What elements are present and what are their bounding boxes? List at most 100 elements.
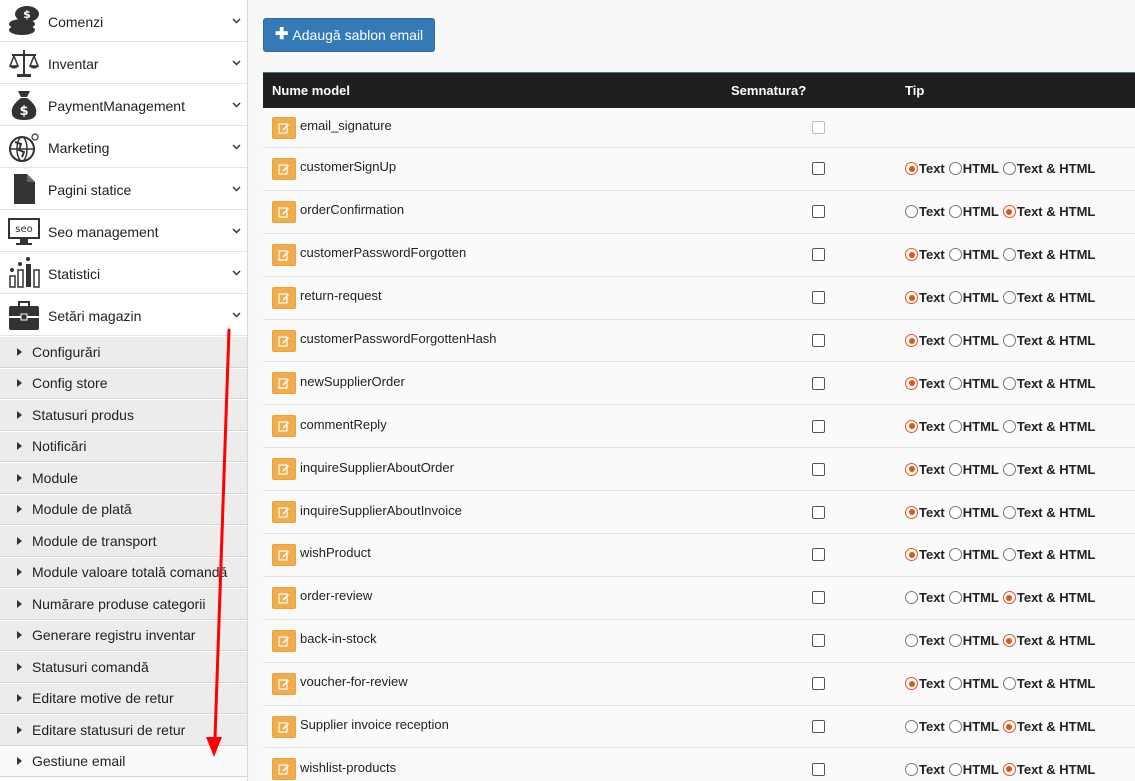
type-option-text-html[interactable]: Text & HTML xyxy=(1002,590,1095,605)
signature-checkbox[interactable] xyxy=(811,591,825,605)
edit-template-button[interactable] xyxy=(272,286,296,309)
radio-button[interactable] xyxy=(905,419,918,433)
type-option-html[interactable]: HTML xyxy=(948,376,999,391)
radio-button[interactable] xyxy=(948,720,962,734)
radio-button[interactable] xyxy=(905,334,918,347)
radio-button[interactable] xyxy=(948,462,962,476)
type-option-html[interactable]: HTML xyxy=(948,676,999,691)
submenu-item-num-rare-produse-categorii[interactable]: Numărare produse categorii xyxy=(0,588,247,620)
radio-button[interactable] xyxy=(905,548,918,562)
type-option-html[interactable]: HTML xyxy=(948,547,999,562)
signature-checkbox[interactable] xyxy=(811,334,825,347)
type-option-html[interactable]: HTML xyxy=(948,333,999,348)
type-option-html[interactable]: HTML xyxy=(948,290,999,305)
submenu-item-module-de-plat[interactable]: Module de plată xyxy=(0,493,247,525)
type-option-text[interactable]: Text xyxy=(905,376,945,391)
radio-button[interactable] xyxy=(948,419,962,433)
signature-checkbox[interactable] xyxy=(811,376,825,390)
edit-template-button[interactable] xyxy=(272,243,296,266)
edit-template-button[interactable] xyxy=(272,458,296,481)
submenu-item-module-de-transport[interactable]: Module de transport xyxy=(0,525,247,557)
sidebar-item-statistici[interactable]: Statistici xyxy=(0,252,247,294)
radio-button[interactable] xyxy=(1002,548,1016,562)
type-option-text[interactable]: Text xyxy=(905,505,945,520)
radio-button[interactable] xyxy=(1002,205,1016,219)
type-option-text-html[interactable]: Text & HTML xyxy=(1002,676,1095,691)
type-option-text[interactable]: Text xyxy=(905,676,945,691)
type-option-text-html[interactable]: Text & HTML xyxy=(1002,247,1095,262)
type-option-text-html[interactable]: Text & HTML xyxy=(1002,462,1095,477)
radio-button[interactable] xyxy=(905,505,918,519)
edit-template-button[interactable] xyxy=(272,372,296,395)
signature-checkbox[interactable] xyxy=(811,462,825,476)
radio-button[interactable] xyxy=(905,634,918,648)
type-option-text[interactable]: Text xyxy=(905,204,945,219)
sidebar-item-paymentmanagement[interactable]: $ PaymentManagement xyxy=(0,84,247,126)
sidebar-item-inventar[interactable]: Inventar xyxy=(0,42,247,84)
type-option-text-html[interactable]: Text & HTML xyxy=(1002,505,1095,520)
type-option-html[interactable]: HTML xyxy=(948,204,999,219)
edit-template-button[interactable] xyxy=(272,672,296,695)
submenu-item-editare-motive-de-retur[interactable]: Editare motive de retur xyxy=(0,682,247,714)
submenu-item-module-valoare-total-comand[interactable]: Module valoare totală comandă xyxy=(0,556,247,588)
submenu-item-statusuri-comand[interactable]: Statusuri comandă xyxy=(0,651,247,683)
radio-button[interactable] xyxy=(905,720,918,734)
radio-button[interactable] xyxy=(1002,591,1016,605)
signature-checkbox[interactable] xyxy=(811,762,825,776)
type-option-text[interactable]: Text xyxy=(905,633,945,648)
radio-button[interactable] xyxy=(905,762,918,776)
sidebar-item-comenzi[interactable]: $ Comenzi xyxy=(0,0,247,42)
signature-checkbox[interactable] xyxy=(811,248,825,262)
submenu-item-gestiune-email[interactable]: Gestiune email xyxy=(0,745,247,777)
type-option-text[interactable]: Text xyxy=(905,247,945,262)
sidebar-item-seo-management[interactable]: seo Seo management xyxy=(0,210,247,252)
type-option-html[interactable]: HTML xyxy=(948,419,999,434)
edit-template-button[interactable] xyxy=(272,758,296,781)
type-option-text[interactable]: Text xyxy=(905,290,945,305)
submenu-item-notific-ri[interactable]: Notificări xyxy=(0,430,247,462)
radio-button[interactable] xyxy=(1002,720,1016,734)
add-email-template-button[interactable]: ✚ Adaugă sablon email xyxy=(263,18,435,52)
radio-button[interactable] xyxy=(905,162,918,176)
radio-button[interactable] xyxy=(905,248,918,262)
submenu-item-module[interactable]: Module xyxy=(0,462,247,494)
type-option-text-html[interactable]: Text & HTML xyxy=(1002,376,1095,391)
type-option-text[interactable]: Text xyxy=(905,419,945,434)
radio-button[interactable] xyxy=(1002,762,1016,776)
radio-button[interactable] xyxy=(948,634,962,648)
type-option-text-html[interactable]: Text & HTML xyxy=(1002,633,1095,648)
radio-button[interactable] xyxy=(948,205,962,219)
radio-button[interactable] xyxy=(1002,677,1016,691)
signature-checkbox[interactable] xyxy=(811,677,825,691)
submenu-item-statusuri-produs[interactable]: Statusuri produs xyxy=(0,399,247,431)
type-option-html[interactable]: HTML xyxy=(948,590,999,605)
radio-button[interactable] xyxy=(905,677,918,691)
radio-button[interactable] xyxy=(948,162,962,176)
radio-button[interactable] xyxy=(1002,291,1016,305)
type-option-text[interactable]: Text xyxy=(905,547,945,562)
type-option-html[interactable]: HTML xyxy=(948,633,999,648)
radio-button[interactable] xyxy=(1002,334,1016,347)
type-option-html[interactable]: HTML xyxy=(948,247,999,262)
type-option-text[interactable]: Text xyxy=(905,462,945,477)
edit-template-button[interactable] xyxy=(272,543,296,566)
type-option-text-html[interactable]: Text & HTML xyxy=(1002,719,1095,734)
submenu-item-generare-registru-inventar[interactable]: Generare registru inventar xyxy=(0,619,247,651)
sidebar-item-set-ri-magazin[interactable]: Setări magazin xyxy=(0,294,247,336)
radio-button[interactable] xyxy=(1002,419,1016,433)
edit-template-button[interactable] xyxy=(272,415,296,438)
radio-button[interactable] xyxy=(905,591,918,605)
submenu-item-config-store[interactable]: Config store xyxy=(0,367,247,399)
type-option-text[interactable]: Text xyxy=(905,762,945,777)
radio-button[interactable] xyxy=(1002,162,1016,176)
radio-button[interactable] xyxy=(905,462,918,476)
signature-checkbox[interactable] xyxy=(811,291,825,305)
type-option-html[interactable]: HTML xyxy=(948,762,999,777)
signature-checkbox[interactable] xyxy=(811,205,825,219)
radio-button[interactable] xyxy=(948,677,962,691)
signature-checkbox[interactable] xyxy=(811,548,825,562)
radio-button[interactable] xyxy=(948,591,962,605)
type-option-html[interactable]: HTML xyxy=(948,719,999,734)
edit-template-button[interactable] xyxy=(272,200,296,223)
type-option-text-html[interactable]: Text & HTML xyxy=(1002,290,1095,305)
